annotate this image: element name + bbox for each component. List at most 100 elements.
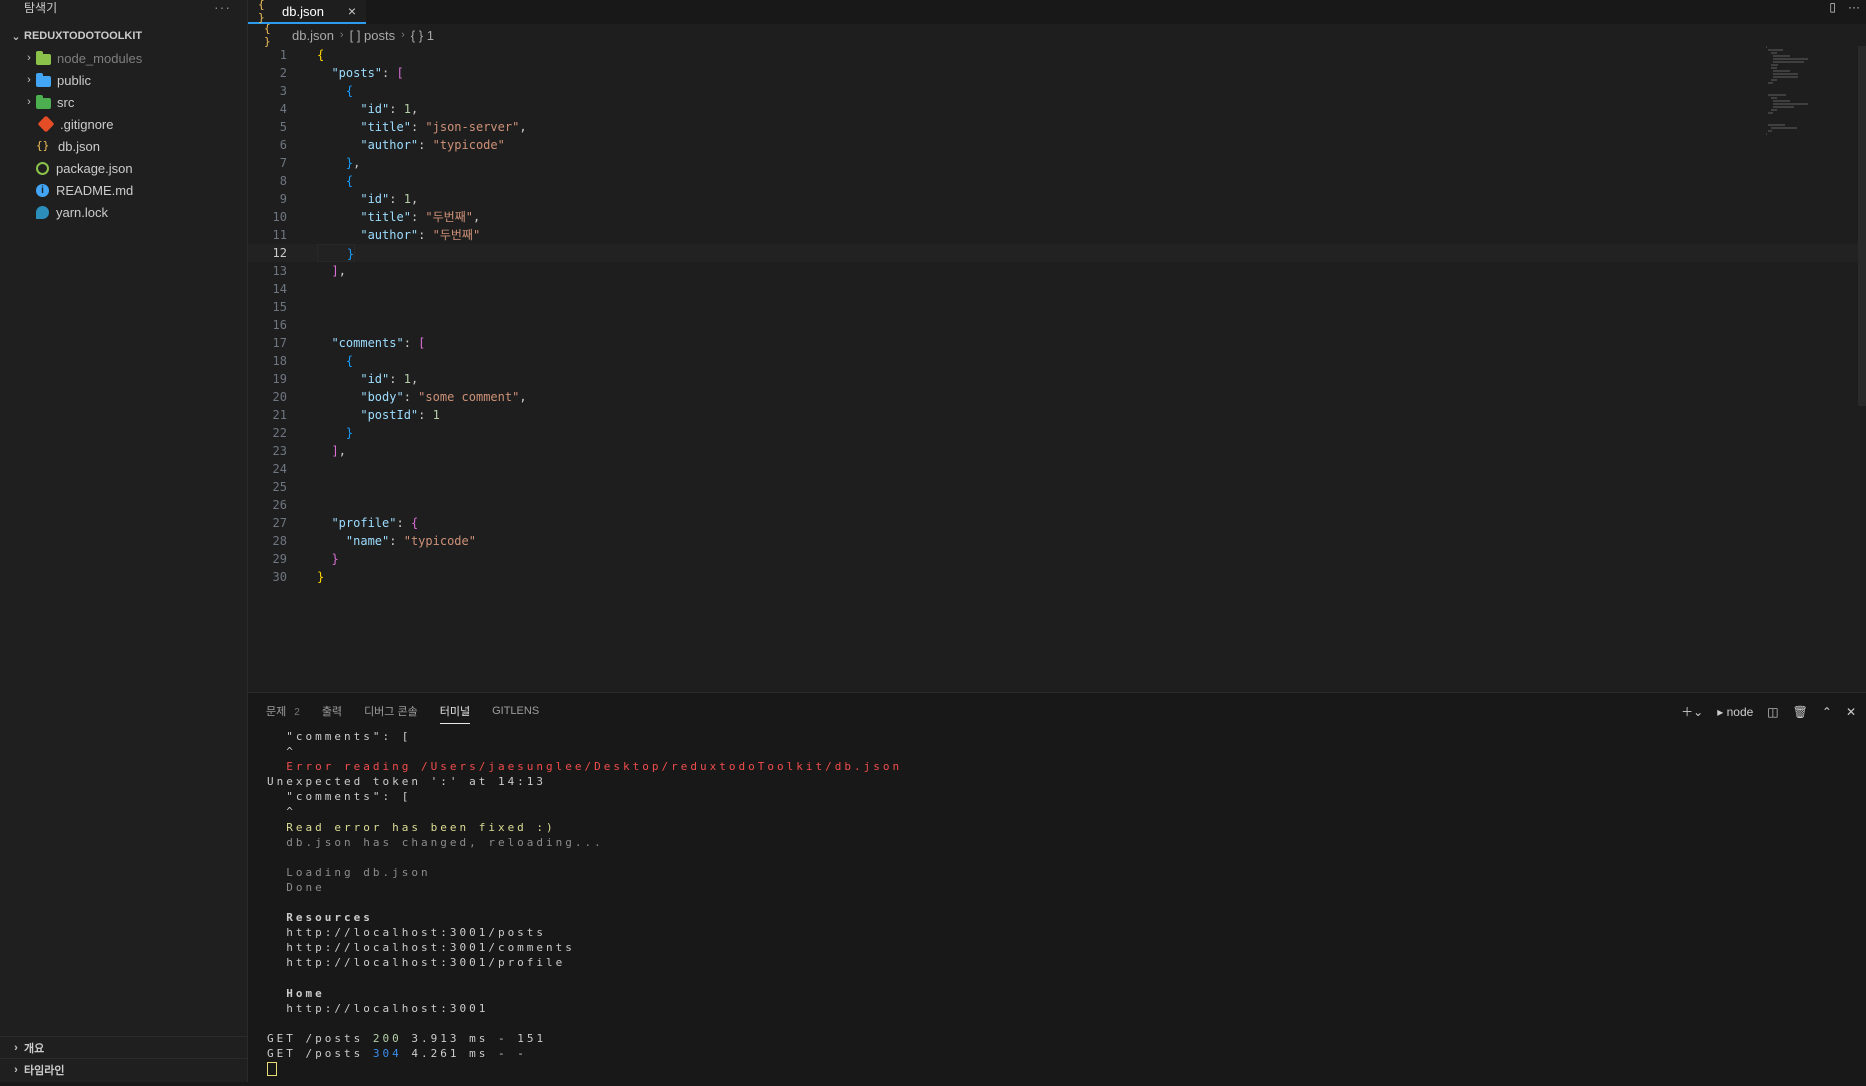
request-status: 200 (372, 1031, 402, 1045)
code-line[interactable]: 11 "author": "두번째" (248, 226, 1866, 244)
git-icon (37, 115, 55, 133)
terminal-prompt[interactable] (267, 1061, 1866, 1077)
code-line[interactable]: 16 (248, 316, 1866, 334)
code-text: "id": 1, (360, 102, 419, 116)
code-line[interactable]: 9 "id": 1, (248, 190, 1866, 208)
terminal-line: "comments": [ (267, 790, 412, 804)
terminal-line: Error reading /Users/jaesunglee/Desktop/… (267, 760, 903, 774)
code-line[interactable]: 7 }, (248, 154, 1866, 172)
package-icon (36, 161, 49, 175)
timeline-section[interactable]: › 타임라인 (0, 1058, 247, 1080)
chevron-right-icon: › (27, 52, 31, 64)
tree-folder-src[interactable]: › src (0, 91, 247, 113)
more-actions-icon[interactable]: ··· (1848, 0, 1860, 14)
close-icon[interactable]: ✕ (1846, 705, 1856, 719)
tab-problems[interactable]: 문제 2 (266, 699, 300, 723)
minimap-line (1770, 64, 1778, 66)
terminal-line: "comments": [ (267, 730, 412, 743)
project-root[interactable]: ⌄ REDUXTODOTOOLKIT (0, 25, 247, 47)
tree-file-db-json[interactable]: {} db.json (0, 135, 247, 157)
code-line[interactable]: 17 "comments": [ (248, 334, 1866, 352)
code-line[interactable]: 3 { (248, 82, 1866, 100)
timeline-label: 타임라인 (24, 1064, 65, 1077)
code-line[interactable]: 5 "title": "json-server", (248, 118, 1866, 136)
code-line[interactable]: 18 { (248, 352, 1866, 370)
split-editor-icon[interactable]: ▯ (1829, 0, 1836, 14)
trash-icon[interactable]: 🗑 (1793, 705, 1808, 719)
minimap-line (1773, 103, 1808, 105)
terminal-line: http://localhost:3001/comments (267, 941, 575, 955)
line-number: 9 (279, 192, 287, 206)
code-text: "id": 1, (360, 372, 419, 386)
terminal-line: Unexpected token ':' at 14:13 (267, 775, 547, 789)
breadcrumb-file[interactable]: db.json (292, 28, 334, 43)
code-editor[interactable]: 1{2 "posts": [3 {4 "id": 1, 5 "title": "j… (248, 46, 1866, 692)
tree-file-package-json[interactable]: package.json (0, 157, 247, 179)
tree-file-readme[interactable]: i README.md (0, 179, 247, 201)
code-line[interactable]: 2 "posts": [ (248, 64, 1866, 82)
breadcrumb-posts[interactable]: [ ] posts (350, 28, 396, 43)
tree-file-yarn-lock[interactable]: yarn.lock (0, 201, 247, 223)
tree-item-label: src (57, 94, 75, 110)
code-line[interactable]: 10 "title": "두번째", (248, 208, 1866, 226)
file-tree: › node_modules › public › src .gitignore… (0, 47, 247, 223)
code-line[interactable]: 28 "name": "typicode" (248, 532, 1866, 550)
code-line[interactable]: 19 "id": 1, (248, 370, 1866, 388)
tab-output[interactable]: 출력 (322, 699, 342, 723)
tab-terminal[interactable]: 터미널 (439, 699, 471, 724)
split-terminal-icon[interactable]: ◫ (1767, 705, 1778, 719)
tab-gitlens[interactable]: GITLENS (492, 701, 539, 721)
close-icon[interactable]: × (348, 3, 356, 19)
code-line[interactable]: 20 "body": "some comment", (248, 388, 1866, 406)
line-number: 10 (272, 210, 287, 224)
outline-section[interactable]: › 개요 (0, 1036, 247, 1058)
line-number: 26 (272, 498, 287, 512)
line-number: 16 (272, 318, 287, 332)
breadcrumb: { } db.json › [ ] posts › { } 1 (248, 22, 1866, 48)
code-line[interactable]: 1{ (248, 46, 1866, 64)
code-line[interactable]: 13 ], (248, 262, 1866, 280)
code-line[interactable]: 25 (248, 478, 1866, 496)
tree-item-label: node_modules (57, 50, 143, 66)
code-text: "author": "typicode" (360, 138, 505, 152)
new-terminal-icon[interactable]: ＋⌄ (1681, 703, 1703, 720)
line-number: 21 (272, 408, 287, 422)
chevron-right-icon: › (14, 1041, 18, 1054)
tree-folder-public[interactable]: › public (0, 69, 247, 91)
tree-file-gitignore[interactable]: .gitignore (0, 113, 247, 135)
maximize-panel-icon[interactable]: ⌃ (1822, 705, 1832, 719)
yarn-icon (36, 205, 49, 219)
code-text: "id": 1, (360, 192, 419, 206)
code-line[interactable]: 30} (248, 568, 1866, 586)
minimap-line (1768, 124, 1786, 126)
code-line[interactable]: 23 ], (248, 442, 1866, 460)
tab-label: 문제 (266, 706, 287, 718)
minimap[interactable] (1766, 46, 1856, 406)
code-line[interactable]: 4 "id": 1, (248, 100, 1866, 118)
code-line[interactable]: 15 (248, 298, 1866, 316)
terminal-selector[interactable]: ▸ node (1717, 705, 1753, 719)
terminal-output[interactable]: "comments": [ ^ Error reading /Users/jae… (248, 729, 1866, 1077)
tree-folder-node-modules[interactable]: › node_modules (0, 47, 247, 69)
line-number: 29 (272, 552, 287, 566)
line-number: 11 (272, 228, 287, 242)
code-line[interactable]: 29 } (248, 550, 1866, 568)
code-text: "posts": [ (331, 66, 404, 80)
tab-debug-console[interactable]: 디버그 콘솔 (364, 699, 418, 723)
code-text: ], (331, 264, 346, 278)
code-line[interactable]: 24 (248, 460, 1866, 478)
request-status: 304 (372, 1046, 402, 1060)
code-line[interactable]: 14 (248, 280, 1866, 298)
code-line[interactable]: 22 } (248, 424, 1866, 442)
editor-scrollbar[interactable] (1858, 46, 1866, 406)
code-line[interactable]: 21 "postId": 1 (248, 406, 1866, 424)
code-line[interactable]: 26 (248, 496, 1866, 514)
tab-db-json[interactable]: { } db.json × (248, 0, 366, 24)
code-line[interactable]: 6 "author": "typicode" (248, 136, 1866, 154)
breadcrumb-item[interactable]: { } 1 (411, 28, 434, 43)
code-line[interactable]: 8 { (248, 172, 1866, 190)
line-number: 12 (272, 246, 287, 260)
code-line[interactable]: 12 } (248, 244, 1866, 262)
code-line[interactable]: 27 "profile": { (248, 514, 1866, 532)
more-actions-icon[interactable]: ··· (214, 0, 231, 15)
